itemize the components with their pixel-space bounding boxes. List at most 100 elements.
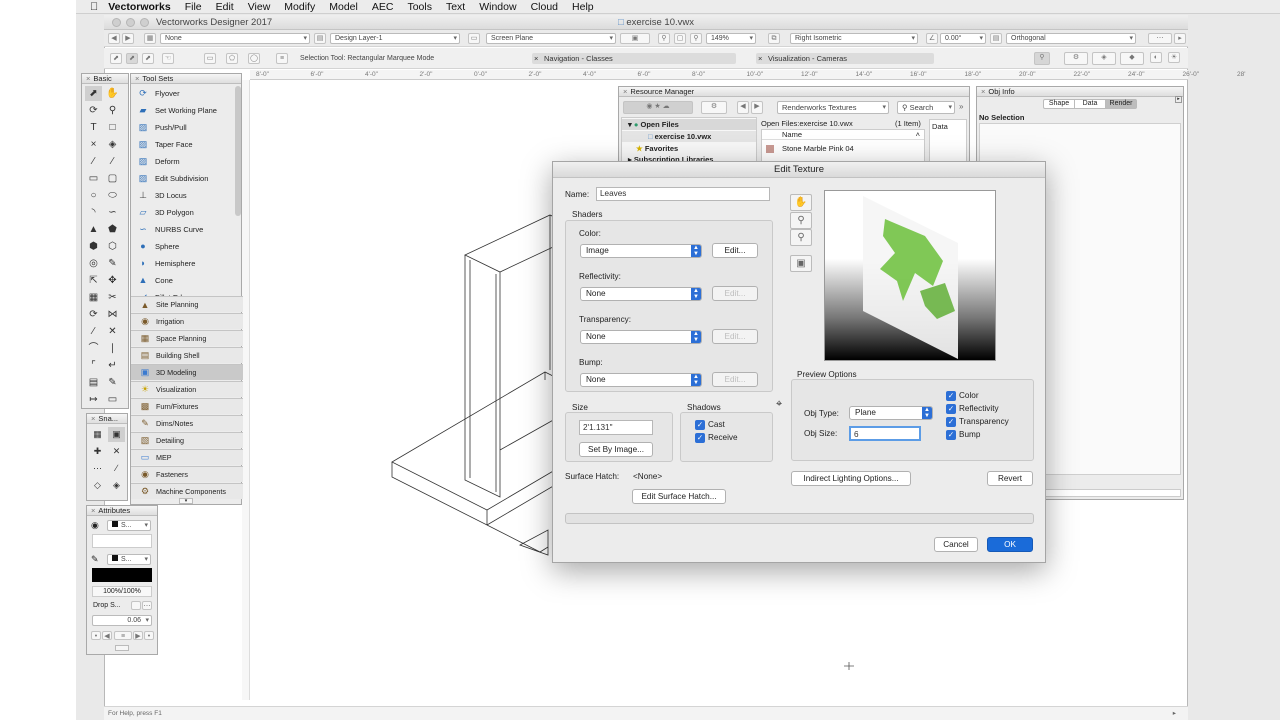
snap-object-icon[interactable]: ▣ bbox=[108, 427, 125, 442]
bump-shader-select[interactable]: None ▲ ▼ bbox=[580, 373, 702, 387]
marker-style-icon[interactable]: ≡ bbox=[114, 631, 132, 640]
regular-polygon-tool-icon[interactable]: ⬢ bbox=[85, 239, 102, 254]
zoom-in-icon[interactable]: ⚲ bbox=[790, 212, 812, 229]
snap-working-plane-icon[interactable]: ◈ bbox=[108, 478, 125, 493]
preview-color-checkbox[interactable]: ✓ bbox=[946, 391, 956, 401]
tool-item[interactable]: ▨ Taper Face bbox=[131, 136, 235, 152]
forward-icon[interactable]: ▶ bbox=[751, 101, 763, 114]
toolset-site-planning[interactable]: ▲ Site Planning bbox=[131, 296, 243, 312]
receive-shadows-checkbox[interactable]: ✓ bbox=[695, 433, 705, 443]
dimension-tool-icon[interactable]: ↦ bbox=[85, 392, 102, 407]
edit-transparency-button[interactable]: Edit... bbox=[712, 329, 758, 344]
double-line-tool-icon[interactable]: ∕ bbox=[104, 154, 121, 169]
palette-expand-icon[interactable]: ▾ bbox=[179, 498, 193, 504]
close-icon[interactable]: × bbox=[623, 87, 627, 96]
toolset-building-shell[interactable]: ▤ Building Shell bbox=[131, 347, 243, 363]
snap-angle-icon[interactable]: ✚ bbox=[89, 444, 106, 459]
edit-color-button[interactable]: Edit... bbox=[712, 243, 758, 258]
close-icon[interactable]: × bbox=[86, 74, 90, 83]
drop-shadow-toggle[interactable] bbox=[131, 601, 141, 610]
close-icon[interactable]: × bbox=[981, 87, 985, 96]
revert-button[interactable]: Revert bbox=[987, 471, 1033, 486]
hexagon-tool-icon[interactable]: ⬡ bbox=[104, 239, 121, 254]
attributes-expand-icon[interactable] bbox=[115, 645, 129, 651]
indirect-lighting-button[interactable]: Indirect Lighting Options... bbox=[791, 471, 911, 486]
tool-list-scrollbar[interactable] bbox=[235, 86, 241, 216]
drop-shadow-options-icon[interactable]: ⋯ bbox=[142, 601, 152, 610]
pan-icon[interactable]: ✋ bbox=[790, 194, 812, 211]
texture-preview[interactable] bbox=[824, 190, 996, 361]
toolset-mep[interactable]: ▭ MEP bbox=[131, 449, 243, 465]
clip-tool-icon[interactable]: ▦ bbox=[85, 290, 102, 305]
extend-tool-icon[interactable]: ↵ bbox=[104, 358, 121, 373]
arrow-start-icon[interactable]: • bbox=[91, 631, 101, 640]
arrow-right-icon[interactable]: ▶ bbox=[133, 631, 143, 640]
toolset-machine-components[interactable]: ⚙ Machine Components bbox=[131, 483, 243, 499]
close-icon[interactable]: × bbox=[135, 74, 139, 83]
mirror-tool-icon[interactable]: ⋈ bbox=[104, 307, 121, 322]
color-shader-select[interactable]: Image ▲ ▼ bbox=[580, 244, 702, 258]
resource-search-field[interactable]: ⚲ Search bbox=[897, 101, 955, 114]
text-tool-icon[interactable]: T bbox=[85, 120, 102, 135]
transparency-shader-select[interactable]: None ▲ ▼ bbox=[580, 330, 702, 344]
toolset-visualization[interactable]: ☀ Visualization bbox=[131, 381, 243, 397]
tool-item[interactable]: ▨ Edit Subdivision bbox=[131, 170, 235, 186]
tool-item[interactable]: ⊥ 3D Locus bbox=[131, 187, 235, 203]
tree-item-open-files[interactable]: ▾ ● Open Files bbox=[622, 119, 756, 130]
zoom-out-icon[interactable]: ⚲ bbox=[790, 229, 812, 246]
resource-type-select[interactable]: Renderworks Textures bbox=[777, 101, 889, 114]
tree-item-current-file[interactable]: □ exercise 10.vwx bbox=[622, 131, 756, 142]
move-tool-icon[interactable]: ✥ bbox=[104, 273, 121, 288]
tool-item[interactable]: ⟳ Flyover bbox=[131, 85, 235, 101]
toolset-space-planning[interactable]: ▦ Space Planning bbox=[131, 330, 243, 346]
arc-tool-icon[interactable]: ◝ bbox=[85, 205, 102, 220]
rectangle-tool-icon[interactable]: ▭ bbox=[85, 171, 102, 186]
edit-bump-button[interactable]: Edit... bbox=[712, 372, 758, 387]
rotate-tool-icon[interactable]: ⟳ bbox=[85, 307, 102, 322]
toolset-3d-modeling[interactable]: ▣ 3D Modeling bbox=[131, 364, 243, 380]
cancel-button[interactable]: Cancel bbox=[934, 537, 978, 552]
tab-data[interactable]: Data bbox=[1075, 100, 1106, 108]
overflow-icon[interactable]: » bbox=[959, 102, 963, 111]
column-header-name[interactable]: Name ˄ bbox=[762, 130, 924, 140]
tool-item[interactable]: ▰ Set Working Plane bbox=[131, 102, 235, 118]
obj-size-field[interactable]: 6 bbox=[849, 426, 921, 441]
tool-item[interactable]: ◗ Hemisphere bbox=[131, 255, 235, 271]
connect-tool-icon[interactable]: ⌜ bbox=[85, 358, 102, 373]
tab-shape[interactable]: Shape bbox=[1044, 100, 1075, 108]
pen-preview[interactable] bbox=[92, 568, 152, 582]
toolset-furn-fixtures[interactable]: ▩ Furn/Fixtures bbox=[131, 398, 243, 414]
fill-preview[interactable] bbox=[92, 534, 152, 548]
toolset-irrigation[interactable]: ◉ Irrigation bbox=[131, 313, 243, 329]
snap-grid-icon[interactable]: ▦ bbox=[89, 427, 106, 442]
ok-button[interactable]: OK bbox=[987, 537, 1033, 552]
trim-tool-icon[interactable]: ✕ bbox=[104, 324, 121, 339]
obj-info-menu-icon[interactable]: ▸ bbox=[1175, 96, 1182, 103]
pen-style-select[interactable]: S... bbox=[107, 554, 151, 565]
close-icon[interactable]: × bbox=[91, 506, 95, 515]
tree-item-favorites[interactable]: ★ Favorites bbox=[622, 143, 756, 154]
arrow-end-icon[interactable]: • bbox=[144, 631, 154, 640]
snap-intersection-icon[interactable]: ✕ bbox=[108, 444, 125, 459]
close-icon[interactable]: × bbox=[91, 414, 95, 423]
tab-render[interactable]: Render bbox=[1106, 100, 1136, 108]
eyedropper-tool-icon[interactable]: ✎ bbox=[104, 256, 121, 271]
snap-distance-icon[interactable]: ⋯ bbox=[89, 461, 106, 476]
tool-item[interactable]: ▨ Push/Pull bbox=[131, 119, 235, 135]
tool-item[interactable]: ▨ Deform bbox=[131, 153, 235, 169]
flyover-tool-icon[interactable]: ⟳ bbox=[85, 103, 102, 118]
set-by-image-button[interactable]: Set By Image... bbox=[579, 442, 653, 457]
arrow-left-icon[interactable]: ◀ bbox=[102, 631, 112, 640]
spiral-tool-icon[interactable]: ◎ bbox=[85, 256, 102, 271]
snap-surface-icon[interactable]: ◇ bbox=[89, 478, 106, 493]
preview-render-icon[interactable]: ▣ bbox=[790, 255, 812, 272]
selection-tool-icon[interactable]: ⬈ bbox=[85, 86, 102, 101]
toolset-fasteners[interactable]: ◉ Fasteners bbox=[131, 466, 243, 482]
reshape-tool-icon[interactable]: ⇱ bbox=[85, 273, 102, 288]
wall-join-tool-icon[interactable]: ▭ bbox=[104, 392, 121, 407]
snap-tangent-icon[interactable]: ∕ bbox=[108, 461, 125, 476]
resource-gear-icon[interactable]: ⚙ bbox=[701, 101, 727, 114]
zoom-tool-icon[interactable]: ⚲ bbox=[104, 103, 121, 118]
preview-reflectivity-checkbox[interactable]: ✓ bbox=[946, 404, 956, 414]
fillet-tool-icon[interactable]: ⌒ bbox=[85, 341, 102, 356]
